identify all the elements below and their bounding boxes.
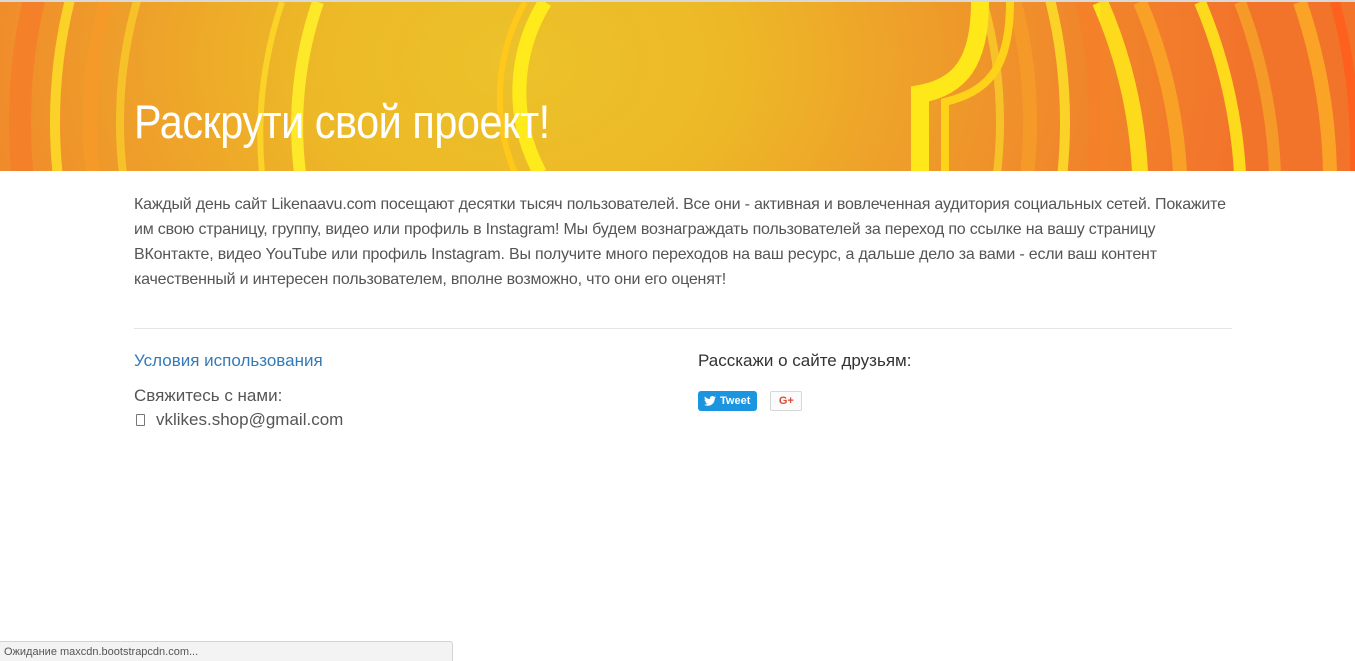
contact-label: Свяжитесь с нами: — [134, 386, 283, 405]
intro-text: Каждый день сайт Likenaavu.com посещают … — [134, 196, 1226, 288]
status-text: Ожидание maxcdn.bootstrapcdn.com... — [4, 646, 199, 658]
twitter-bird-icon — [704, 396, 716, 406]
tweet-label: Tweet — [720, 395, 751, 407]
hero-banner: Раскрути свой проект! — [0, 0, 1355, 171]
contact-email-row: vklikes.shop@gmail.com — [134, 410, 634, 430]
tweet-button[interactable]: Tweet — [698, 391, 758, 411]
terms-link[interactable]: Условия использования — [134, 351, 323, 371]
contact-email-link[interactable]: vklikes.shop@gmail.com — [156, 410, 343, 430]
intro-section: Каждый день сайт Likenaavu.com посещают … — [134, 192, 1232, 292]
share-title: Расскажи о сайте друзьям: — [698, 351, 912, 370]
google-plus-button[interactable]: G+ — [770, 391, 803, 411]
divider — [134, 328, 1232, 329]
footer-contact: Условия использования Свяжитесь с нами: … — [134, 351, 634, 430]
mail-icon — [136, 414, 145, 426]
browser-status-bar: Ожидание maxcdn.bootstrapcdn.com... — [0, 641, 453, 661]
page-title: Раскрути свой проект! — [134, 95, 550, 148]
google-plus-label: G+ — [778, 395, 794, 407]
footer-share: Расскажи о сайте друзьям: Tweet G+ — [698, 351, 1232, 411]
share-buttons: Tweet G+ — [698, 391, 1232, 411]
